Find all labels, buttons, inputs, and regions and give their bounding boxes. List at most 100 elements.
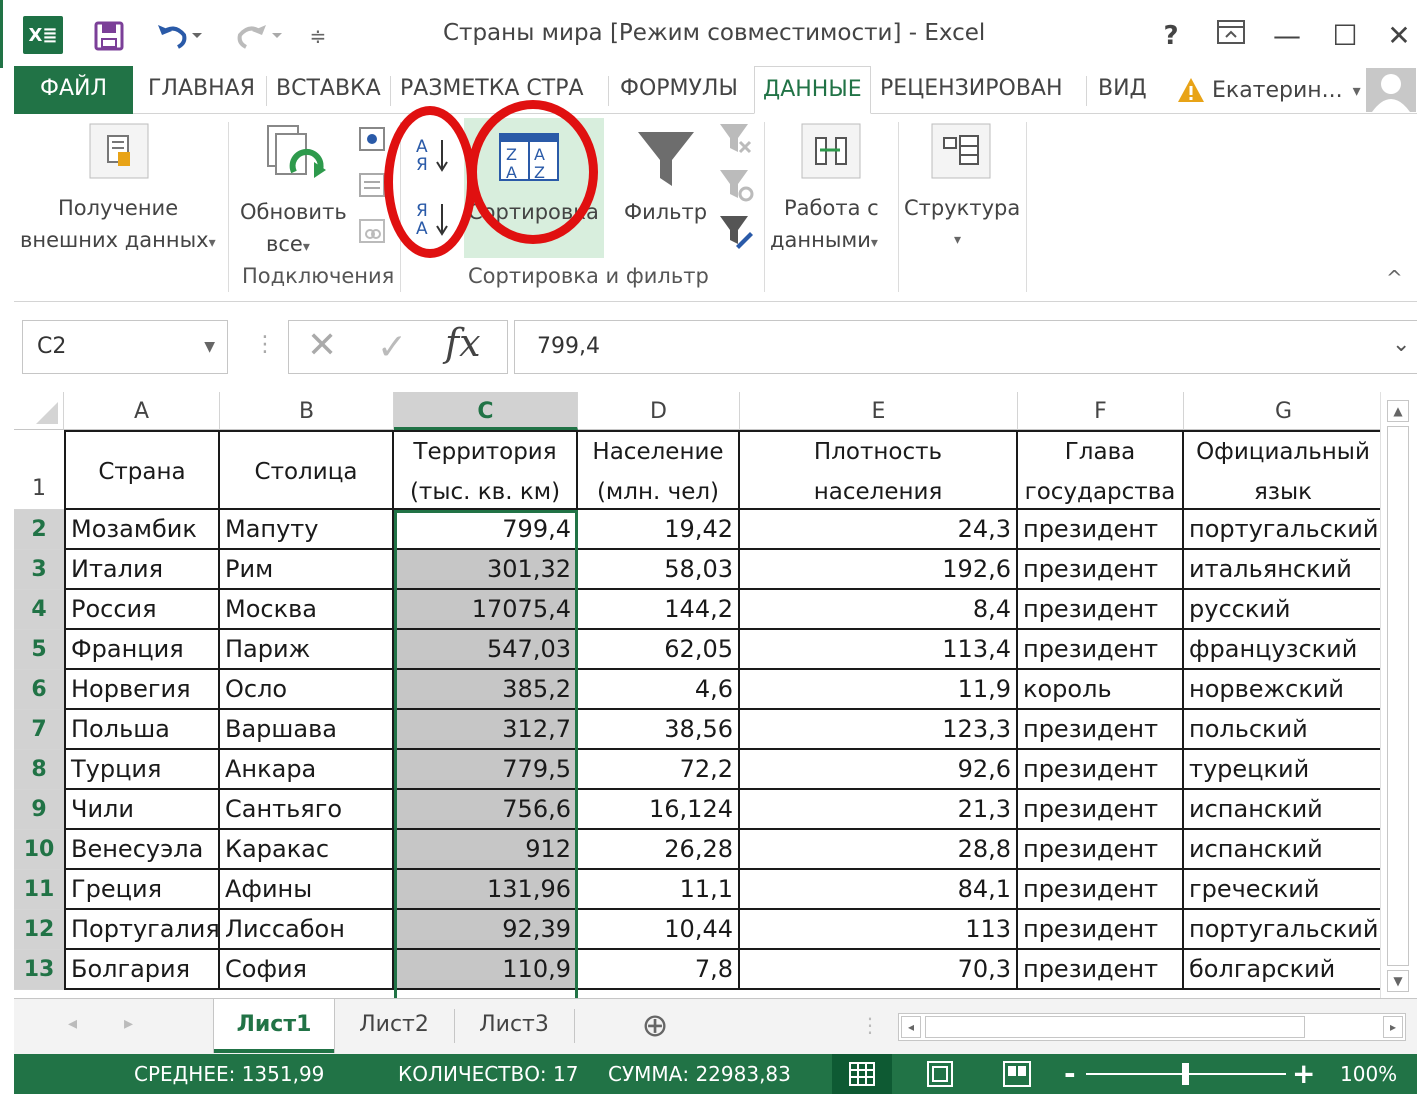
cell-head-of-state[interactable]: президент bbox=[1018, 510, 1184, 550]
scroll-down-icon[interactable]: ▼ bbox=[1387, 970, 1409, 992]
zoom-thumb[interactable] bbox=[1182, 1063, 1189, 1085]
tab-split-grip-icon[interactable]: ⋮ bbox=[860, 1013, 880, 1037]
scroll-sheets-left-icon[interactable]: ◂ bbox=[68, 1013, 77, 1034]
get-external-data-icon[interactable] bbox=[88, 122, 152, 186]
cell-density[interactable]: 113,4 bbox=[740, 630, 1018, 670]
cell-head-of-state[interactable]: президент bbox=[1018, 830, 1184, 870]
cell-language[interactable]: испанский bbox=[1184, 790, 1384, 830]
get-external-data-label[interactable]: Получение bbox=[58, 192, 178, 224]
column-header-c[interactable]: C bbox=[394, 392, 578, 430]
cell-population[interactable]: 7,8 bbox=[578, 950, 740, 990]
cell-population[interactable]: 19,42 bbox=[578, 510, 740, 550]
cell-density[interactable]: 21,3 bbox=[740, 790, 1018, 830]
row-header[interactable]: 6 bbox=[14, 670, 64, 710]
cell-capital[interactable]: Москва bbox=[220, 590, 394, 630]
row-header[interactable]: 11 bbox=[14, 870, 64, 910]
close-button[interactable]: ✕ bbox=[1377, 16, 1417, 56]
row-header[interactable]: 12 bbox=[14, 910, 64, 950]
tab-data[interactable]: ДАННЫЕ bbox=[754, 66, 871, 114]
cell-country[interactable]: Польша bbox=[64, 710, 220, 750]
cell-country[interactable]: Турция bbox=[64, 750, 220, 790]
new-sheet-icon[interactable]: ⊕ bbox=[630, 999, 680, 1053]
scroll-right-icon[interactable]: ▸ bbox=[1383, 1016, 1403, 1038]
refresh-all-label-2[interactable]: все▾ bbox=[266, 228, 310, 263]
cell-capital[interactable]: Мапуту bbox=[220, 510, 394, 550]
cell-country[interactable]: Норвегия bbox=[64, 670, 220, 710]
header-cell-country[interactable]: Страна bbox=[64, 430, 220, 510]
column-header-a[interactable]: A bbox=[64, 392, 220, 430]
data-tools-label-2[interactable]: данными▾ bbox=[770, 224, 878, 259]
data-tools-icon[interactable] bbox=[800, 122, 864, 186]
cell-territory[interactable]: 110,9 bbox=[394, 950, 578, 990]
cell-capital[interactable]: Афины bbox=[220, 870, 394, 910]
outline-icon[interactable] bbox=[930, 122, 994, 186]
excel-logo-icon[interactable]: X≣ bbox=[23, 16, 63, 54]
refresh-all-label[interactable]: Обновить bbox=[240, 196, 347, 228]
cell-country[interactable]: Греция bbox=[64, 870, 220, 910]
user-account[interactable]: Екатерин... ▾ bbox=[1176, 66, 1361, 114]
cell-country[interactable]: Чили bbox=[64, 790, 220, 830]
cell-country[interactable]: Венесуэла bbox=[64, 830, 220, 870]
tab-home[interactable]: ГЛАВНАЯ bbox=[148, 66, 255, 114]
cell-territory[interactable]: 799,4 bbox=[394, 510, 578, 550]
minimize-button[interactable]: — bbox=[1265, 16, 1309, 56]
cell-head-of-state[interactable]: президент bbox=[1018, 750, 1184, 790]
page-layout-view-icon[interactable] bbox=[912, 1054, 968, 1094]
cell-capital[interactable]: Париж bbox=[220, 630, 394, 670]
cell-population[interactable]: 144,2 bbox=[578, 590, 740, 630]
get-external-data-label-2[interactable]: внешних данных▾ bbox=[20, 224, 216, 259]
header-cell-territory[interactable]: Территория (тыс. кв. км) bbox=[394, 430, 578, 510]
cell-capital[interactable]: Осло bbox=[220, 670, 394, 710]
row-header[interactable]: 4 bbox=[14, 590, 64, 630]
reapply-icon[interactable] bbox=[718, 168, 754, 208]
header-cell-capital[interactable]: Столица bbox=[220, 430, 394, 510]
cell-capital[interactable]: Каракас bbox=[220, 830, 394, 870]
page-break-view-icon[interactable] bbox=[990, 1054, 1046, 1094]
connections-icon[interactable] bbox=[358, 124, 388, 160]
data-tools-label[interactable]: Работа с bbox=[784, 192, 879, 224]
cell-language[interactable]: португальский bbox=[1184, 910, 1384, 950]
column-header-g[interactable]: G bbox=[1184, 392, 1384, 430]
scroll-sheets-right-icon[interactable]: ▸ bbox=[124, 1013, 133, 1034]
cell-language[interactable]: французский bbox=[1184, 630, 1384, 670]
cell-capital[interactable]: Лиссабон bbox=[220, 910, 394, 950]
cell-population[interactable]: 11,1 bbox=[578, 870, 740, 910]
sheet-tab-2[interactable]: Лист2 bbox=[344, 999, 444, 1053]
column-header-e[interactable]: E bbox=[740, 392, 1018, 430]
scroll-up-icon[interactable]: ▲ bbox=[1387, 400, 1409, 422]
zoom-level[interactable]: 100% bbox=[1340, 1054, 1397, 1094]
header-cell-density[interactable]: Плотность населения bbox=[740, 430, 1018, 510]
zoom-in-button[interactable]: + bbox=[1292, 1054, 1315, 1094]
cell-language[interactable]: итальянский bbox=[1184, 550, 1384, 590]
advanced-filter-icon[interactable] bbox=[718, 214, 754, 254]
cell-density[interactable]: 70,3 bbox=[740, 950, 1018, 990]
undo-icon[interactable] bbox=[149, 18, 209, 54]
cell-head-of-state[interactable]: король bbox=[1018, 670, 1184, 710]
cell-language[interactable]: португальский bbox=[1184, 510, 1384, 550]
avatar[interactable] bbox=[1366, 68, 1416, 112]
filter-label[interactable]: Фильтр bbox=[624, 196, 707, 228]
cell-country[interactable]: Болгария bbox=[64, 950, 220, 990]
tab-review[interactable]: РЕЦЕНЗИРОВАН bbox=[880, 66, 1063, 114]
column-header-f[interactable]: F bbox=[1018, 392, 1184, 430]
row-header[interactable]: 5 bbox=[14, 630, 64, 670]
header-cell-population[interactable]: Население (млн. чел) bbox=[578, 430, 740, 510]
cell-territory[interactable]: 17075,4 bbox=[394, 590, 578, 630]
cell-density[interactable]: 192,6 bbox=[740, 550, 1018, 590]
cell-population[interactable]: 16,124 bbox=[578, 790, 740, 830]
cell-population[interactable]: 72,2 bbox=[578, 750, 740, 790]
sheet-tab-3[interactable]: Лист3 bbox=[464, 999, 564, 1053]
cell-country[interactable]: Франция bbox=[64, 630, 220, 670]
chevron-down-icon[interactable]: ▾ bbox=[954, 224, 961, 256]
cell-language[interactable]: норвежский bbox=[1184, 670, 1384, 710]
expand-formula-bar-icon[interactable]: ⌄ bbox=[1392, 332, 1410, 357]
ribbon-display-icon[interactable] bbox=[1209, 16, 1253, 56]
save-icon[interactable] bbox=[91, 18, 127, 54]
cell-population[interactable]: 10,44 bbox=[578, 910, 740, 950]
redo-icon[interactable] bbox=[229, 18, 289, 54]
cell-head-of-state[interactable]: президент bbox=[1018, 590, 1184, 630]
refresh-all-icon[interactable] bbox=[264, 124, 328, 194]
cell-population[interactable]: 26,28 bbox=[578, 830, 740, 870]
row-header[interactable]: 2 bbox=[14, 510, 64, 550]
row-header-1[interactable]: 1 bbox=[14, 430, 64, 510]
